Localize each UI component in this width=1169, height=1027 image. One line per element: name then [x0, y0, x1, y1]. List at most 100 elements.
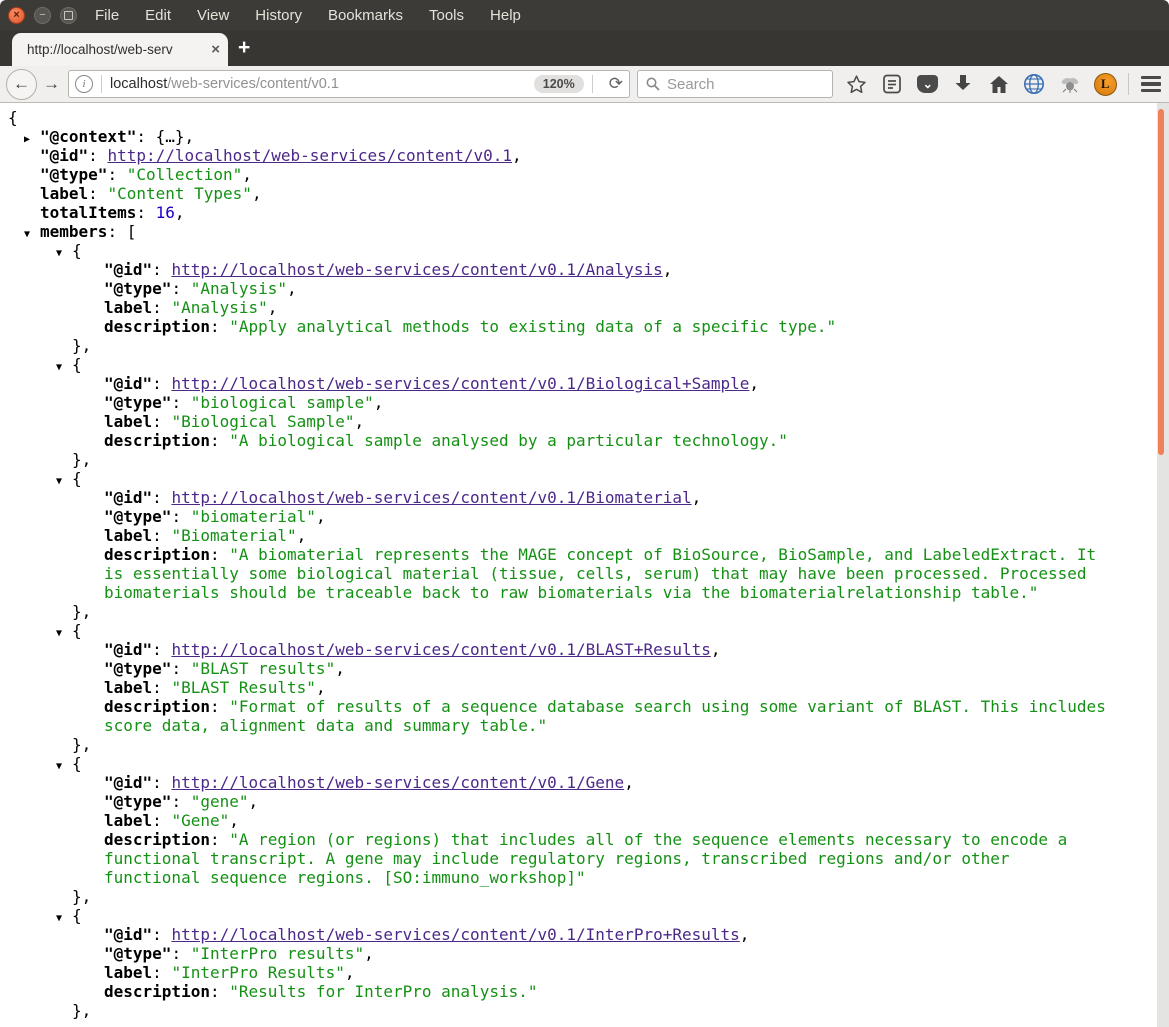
- menu-view[interactable]: View: [197, 7, 229, 24]
- member-id-link[interactable]: http://localhost/web-services/content/v0…: [171, 773, 624, 792]
- member-description-line: description: "A region (or regions) that…: [104, 830, 1068, 887]
- total-items-value: 16: [155, 203, 175, 222]
- forward-button[interactable]: →: [43, 74, 60, 94]
- member-description-line: description: "Results for InterPro analy…: [104, 982, 538, 1001]
- member-close-line: },: [72, 887, 92, 906]
- member-id-line: "@id": http://localhost/web-services/con…: [104, 374, 760, 393]
- navigation-toolbar: ← → i localhost/web-services/content/v0.…: [0, 66, 1169, 103]
- root-id-key: "@id": [40, 146, 89, 165]
- member-type-value: "biological sample": [190, 393, 374, 412]
- member-label-value: "Biomaterial": [171, 526, 297, 545]
- member-description-key: description: [104, 982, 210, 1001]
- menu-bookmarks[interactable]: Bookmarks: [328, 7, 403, 24]
- member-type-key: "@type": [104, 279, 172, 298]
- new-tab-button[interactable]: +: [238, 37, 250, 58]
- tab-close-icon[interactable]: ×: [211, 41, 220, 58]
- member-id-line: "@id": http://localhost/web-services/con…: [104, 925, 750, 944]
- member-type-line: "@type": "biological sample",: [104, 393, 384, 412]
- member-type-line: "@type": "Analysis",: [104, 279, 297, 298]
- member-label-key: label: [104, 526, 153, 545]
- window-close-button[interactable]: ×: [8, 6, 25, 24]
- download-icon[interactable]: [950, 71, 976, 97]
- member-open-line: ▼{: [8, 241, 1110, 260]
- member-description-line: description: "A biomaterial represents t…: [104, 545, 1097, 602]
- zoom-level-indicator[interactable]: 120%: [533, 75, 584, 93]
- fly-extension-icon[interactable]: [1057, 71, 1083, 97]
- root-id-link[interactable]: http://localhost/web-services/content/v0…: [107, 146, 512, 165]
- member-object: ▼{"@id": http://localhost/web-services/c…: [8, 906, 1110, 1020]
- scrollbar-thumb[interactable]: [1158, 109, 1164, 455]
- member-label-line: label: "Analysis",: [104, 298, 278, 317]
- member-label-value: "InterPro Results": [171, 963, 345, 982]
- globe-extension-icon[interactable]: [1021, 71, 1047, 97]
- menu-history[interactable]: History: [255, 7, 302, 24]
- member-description-value: "A region (or regions) that includes all…: [104, 830, 1068, 887]
- member-id-link[interactable]: http://localhost/web-services/content/v0…: [171, 640, 710, 659]
- active-tab[interactable]: http://localhost/web-serv ×: [12, 33, 228, 66]
- member-description-value: "A biological sample analysed by a parti…: [229, 431, 788, 450]
- member-id-link[interactable]: http://localhost/web-services/content/v0…: [171, 374, 749, 393]
- url-path: /web-services/content/v0.1: [167, 76, 339, 92]
- menu-file[interactable]: File: [95, 7, 119, 24]
- member-description-value: "Apply analytical methods to existing da…: [229, 317, 837, 336]
- member-id-key: "@id": [104, 925, 153, 944]
- member-label-key: label: [104, 678, 153, 697]
- url-bar[interactable]: i localhost/web-services/content/v0.1 12…: [68, 70, 630, 98]
- site-info-icon[interactable]: i: [75, 75, 93, 93]
- member-type-line: "@type": "biomaterial",: [104, 507, 326, 526]
- back-button[interactable]: ←: [6, 68, 37, 100]
- member-type-line: "@type": "gene",: [104, 792, 259, 811]
- search-placeholder: Search: [667, 75, 715, 93]
- window-minimize-button[interactable]: −: [34, 6, 51, 24]
- member-type-key: "@type": [104, 507, 172, 526]
- members-list: ▼{"@id": http://localhost/web-services/c…: [8, 241, 1110, 1020]
- member-id-link[interactable]: http://localhost/web-services/content/v0…: [171, 925, 739, 944]
- toolbar-separator: [1127, 73, 1129, 95]
- member-id-link[interactable]: http://localhost/web-services/content/v0…: [171, 260, 662, 279]
- member-object: ▼{"@id": http://localhost/web-services/c…: [8, 621, 1110, 754]
- members-open-line: ▼ members: [: [8, 222, 1110, 241]
- vertical-scrollbar[interactable]: [1157, 103, 1169, 1027]
- reload-icon[interactable]: ⟳: [609, 74, 623, 94]
- member-id-line: "@id": http://localhost/web-services/con…: [104, 260, 673, 279]
- menu-help[interactable]: Help: [490, 7, 521, 24]
- member-object: ▼{"@id": http://localhost/web-services/c…: [8, 754, 1110, 906]
- member-description-value: "Results for InterPro analysis.": [229, 982, 538, 1001]
- tab-title: http://localhost/web-serv: [27, 42, 173, 57]
- root-type-value: "Collection": [126, 165, 243, 184]
- url-text[interactable]: localhost/web-services/content/v0.1: [110, 76, 534, 92]
- bookmark-star-icon[interactable]: [844, 71, 870, 97]
- member-label-value: "BLAST Results": [171, 678, 316, 697]
- orange-extension-icon[interactable]: L: [1092, 71, 1118, 97]
- member-id-key: "@id": [104, 374, 153, 393]
- member-description-line: description: "Apply analytical methods t…: [104, 317, 837, 336]
- member-description-key: description: [104, 545, 210, 564]
- member-type-line: "@type": "InterPro results",: [104, 944, 374, 963]
- search-bar[interactable]: Search: [637, 70, 833, 98]
- url-host: localhost: [110, 76, 168, 92]
- root-open-line: {: [8, 108, 18, 127]
- member-type-key: "@type": [104, 944, 172, 963]
- pocket-icon[interactable]: ⌄: [915, 71, 941, 97]
- context-collapsed-value[interactable]: {…}: [156, 127, 185, 146]
- total-items-key: totalItems: [40, 203, 137, 222]
- member-id-link[interactable]: http://localhost/web-services/content/v0…: [171, 488, 691, 507]
- home-icon[interactable]: [986, 71, 1012, 97]
- window-maximize-button[interactable]: [60, 6, 77, 24]
- member-label-value: "Biological Sample": [171, 412, 355, 431]
- member-description-key: description: [104, 431, 210, 450]
- context-line: ▶ "@context": {…},: [8, 127, 1110, 146]
- member-close-line: },: [72, 1001, 92, 1020]
- root-id-line: "@id": http://localhost/web-services/con…: [40, 146, 522, 165]
- menubar: File Edit View History Bookmarks Tools H…: [95, 7, 521, 24]
- menu-icon[interactable]: [1138, 71, 1164, 97]
- member-open-line: ▼{: [8, 621, 1110, 640]
- member-type-line: "@type": "BLAST results",: [104, 659, 345, 678]
- member-label-line: label: "Biomaterial",: [104, 526, 307, 545]
- member-description-key: description: [104, 317, 210, 336]
- member-id-line: "@id": http://localhost/web-services/con…: [104, 640, 721, 659]
- bookmarks-menu-icon[interactable]: [879, 71, 905, 97]
- toolbar-icons: ⌄ L: [839, 71, 1169, 97]
- menu-tools[interactable]: Tools: [429, 7, 464, 24]
- menu-edit[interactable]: Edit: [145, 7, 171, 24]
